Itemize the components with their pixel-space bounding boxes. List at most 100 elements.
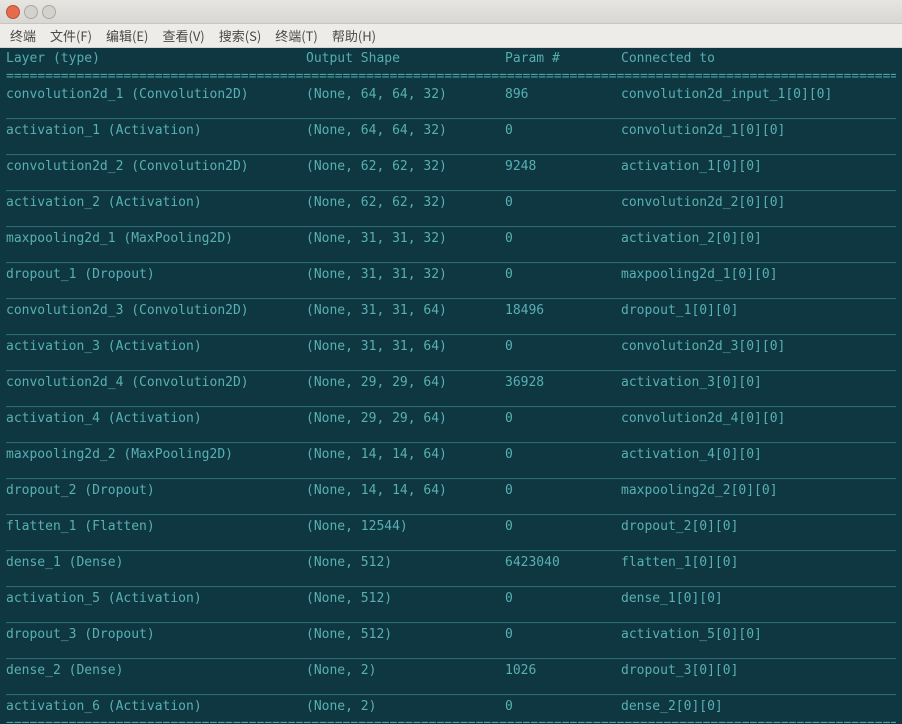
table-row: activation_1 (Activation)(None, 64, 64, … [6,122,900,140]
cell-shape: (None, 31, 31, 64) [306,338,505,356]
cell-param: 896 [505,86,621,104]
table-row: activation_5 (Activation)(None, 512)0den… [6,590,900,608]
cell-layer: activation_2 (Activation) [6,194,306,212]
cell-layer: activation_1 (Activation) [6,122,306,140]
menu-file[interactable]: 文件(F) [50,26,92,45]
cell-shape: (None, 14, 14, 64) [306,482,505,500]
menu-help[interactable]: 帮助(H) [332,26,376,45]
titlebar[interactable] [0,0,902,24]
divider-row: ________________________________________… [6,392,896,410]
cell-conn: maxpooling2d_2[0][0] [621,482,778,500]
table-row: dropout_2 (Dropout)(None, 14, 14, 64)0ma… [6,482,900,500]
cell-param: 18496 [505,302,621,320]
cell-conn: convolution2d_1[0][0] [621,122,785,140]
divider-row: ________________________________________… [6,140,896,158]
table-row: flatten_1 (Flatten)(None, 12544)0dropout… [6,518,900,536]
table-row: maxpooling2d_1 (MaxPooling2D)(None, 31, … [6,230,900,248]
cell-param: 0 [505,410,621,428]
divider-row: ________________________________________… [6,212,896,230]
maximize-icon[interactable] [42,5,56,19]
menu-terminal[interactable]: 终端 [10,26,36,45]
table-row: convolution2d_2 (Convolution2D)(None, 62… [6,158,900,176]
table-row: convolution2d_4 (Convolution2D)(None, 29… [6,374,900,392]
cell-conn: dense_2[0][0] [621,698,723,716]
divider-row: ________________________________________… [6,464,896,482]
menu-terminal2[interactable]: 终端(T) [275,26,318,45]
col-header-param: Param # [505,50,621,68]
cell-param: 0 [505,482,621,500]
cell-param: 0 [505,230,621,248]
menubar: 终端 文件(F) 编辑(E) 查看(V) 搜索(S) 终端(T) 帮助(H) [0,24,902,48]
divider-row: ________________________________________… [6,644,896,662]
divider-row: ________________________________________… [6,320,896,338]
cell-conn: flatten_1[0][0] [621,554,738,572]
cell-layer: dropout_1 (Dropout) [6,266,306,284]
cell-shape: (None, 31, 31, 32) [306,266,505,284]
cell-layer: dropout_2 (Dropout) [6,482,306,500]
terminal-window: 终端 文件(F) 编辑(E) 查看(V) 搜索(S) 终端(T) 帮助(H) L… [0,0,902,724]
divider-double-top: ========================================… [6,68,896,86]
divider-row: ________________________________________… [6,248,896,266]
cell-shape: (None, 512) [306,590,505,608]
cell-shape: (None, 31, 31, 64) [306,302,505,320]
table-row: convolution2d_3 (Convolution2D)(None, 31… [6,302,900,320]
cell-shape: (None, 512) [306,626,505,644]
cell-layer: maxpooling2d_1 (MaxPooling2D) [6,230,306,248]
table-row: activation_4 (Activation)(None, 29, 29, … [6,410,900,428]
cell-conn: dense_1[0][0] [621,590,723,608]
cell-layer: flatten_1 (Flatten) [6,518,306,536]
cell-conn: dropout_2[0][0] [621,518,738,536]
divider-row: ________________________________________… [6,104,896,122]
menu-view[interactable]: 查看(V) [162,26,204,45]
cell-conn: activation_3[0][0] [621,374,762,392]
table-row: dense_1 (Dense)(None, 512)6423040flatten… [6,554,900,572]
divider-row: ________________________________________… [6,176,896,194]
cell-layer: activation_3 (Activation) [6,338,306,356]
table-row: maxpooling2d_2 (MaxPooling2D)(None, 14, … [6,446,900,464]
cell-shape: (None, 64, 64, 32) [306,122,505,140]
cell-conn: activation_5[0][0] [621,626,762,644]
cell-param: 0 [505,194,621,212]
cell-shape: (None, 2) [306,698,505,716]
divider-row: ________________________________________… [6,428,896,446]
cell-conn: dropout_3[0][0] [621,662,738,680]
cell-layer: convolution2d_1 (Convolution2D) [6,86,306,104]
cell-param: 0 [505,626,621,644]
cell-param: 0 [505,590,621,608]
divider-row: ________________________________________… [6,536,896,554]
cell-shape: (None, 62, 62, 32) [306,194,505,212]
cell-layer: convolution2d_4 (Convolution2D) [6,374,306,392]
cell-layer: activation_6 (Activation) [6,698,306,716]
cell-shape: (None, 31, 31, 32) [306,230,505,248]
cell-shape: (None, 512) [306,554,505,572]
cell-param: 6423040 [505,554,621,572]
cell-conn: maxpooling2d_1[0][0] [621,266,778,284]
terminal-output[interactable]: Layer (type)Output ShapeParam #Connected… [0,48,902,724]
minimize-icon[interactable] [24,5,38,19]
cell-conn: activation_2[0][0] [621,230,762,248]
table-row: activation_2 (Activation)(None, 62, 62, … [6,194,900,212]
divider-row: ________________________________________… [6,500,896,518]
cell-shape: (None, 14, 14, 64) [306,446,505,464]
divider-row: ________________________________________… [6,284,896,302]
cell-shape: (None, 2) [306,662,505,680]
cell-layer: convolution2d_2 (Convolution2D) [6,158,306,176]
table-header-row: Layer (type)Output ShapeParam #Connected… [6,50,900,68]
table-row: activation_6 (Activation)(None, 2)0dense… [6,698,900,716]
col-header-conn: Connected to [621,50,715,68]
cell-param: 0 [505,698,621,716]
divider-row: ________________________________________… [6,356,896,374]
cell-layer: maxpooling2d_2 (MaxPooling2D) [6,446,306,464]
cell-conn: activation_1[0][0] [621,158,762,176]
close-icon[interactable] [6,5,20,19]
menu-edit[interactable]: 编辑(E) [106,26,148,45]
cell-param: 0 [505,518,621,536]
cell-layer: convolution2d_3 (Convolution2D) [6,302,306,320]
cell-param: 0 [505,338,621,356]
divider-row: ________________________________________… [6,572,896,590]
menu-search[interactable]: 搜索(S) [219,26,262,45]
divider-double-bottom: ========================================… [6,716,896,724]
cell-shape: (None, 29, 29, 64) [306,374,505,392]
cell-param: 0 [505,446,621,464]
cell-conn: convolution2d_2[0][0] [621,194,785,212]
